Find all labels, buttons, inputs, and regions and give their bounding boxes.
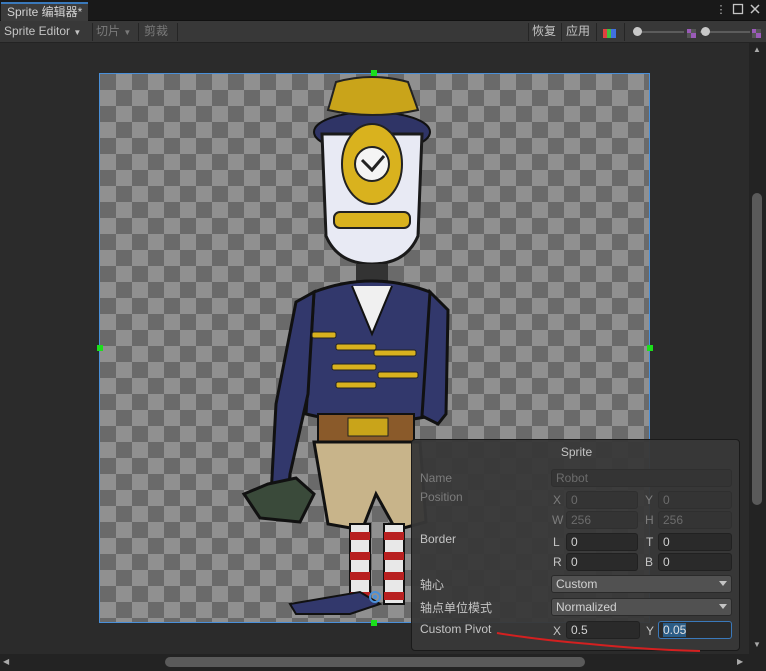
red-underline-annotation	[496, 632, 701, 652]
